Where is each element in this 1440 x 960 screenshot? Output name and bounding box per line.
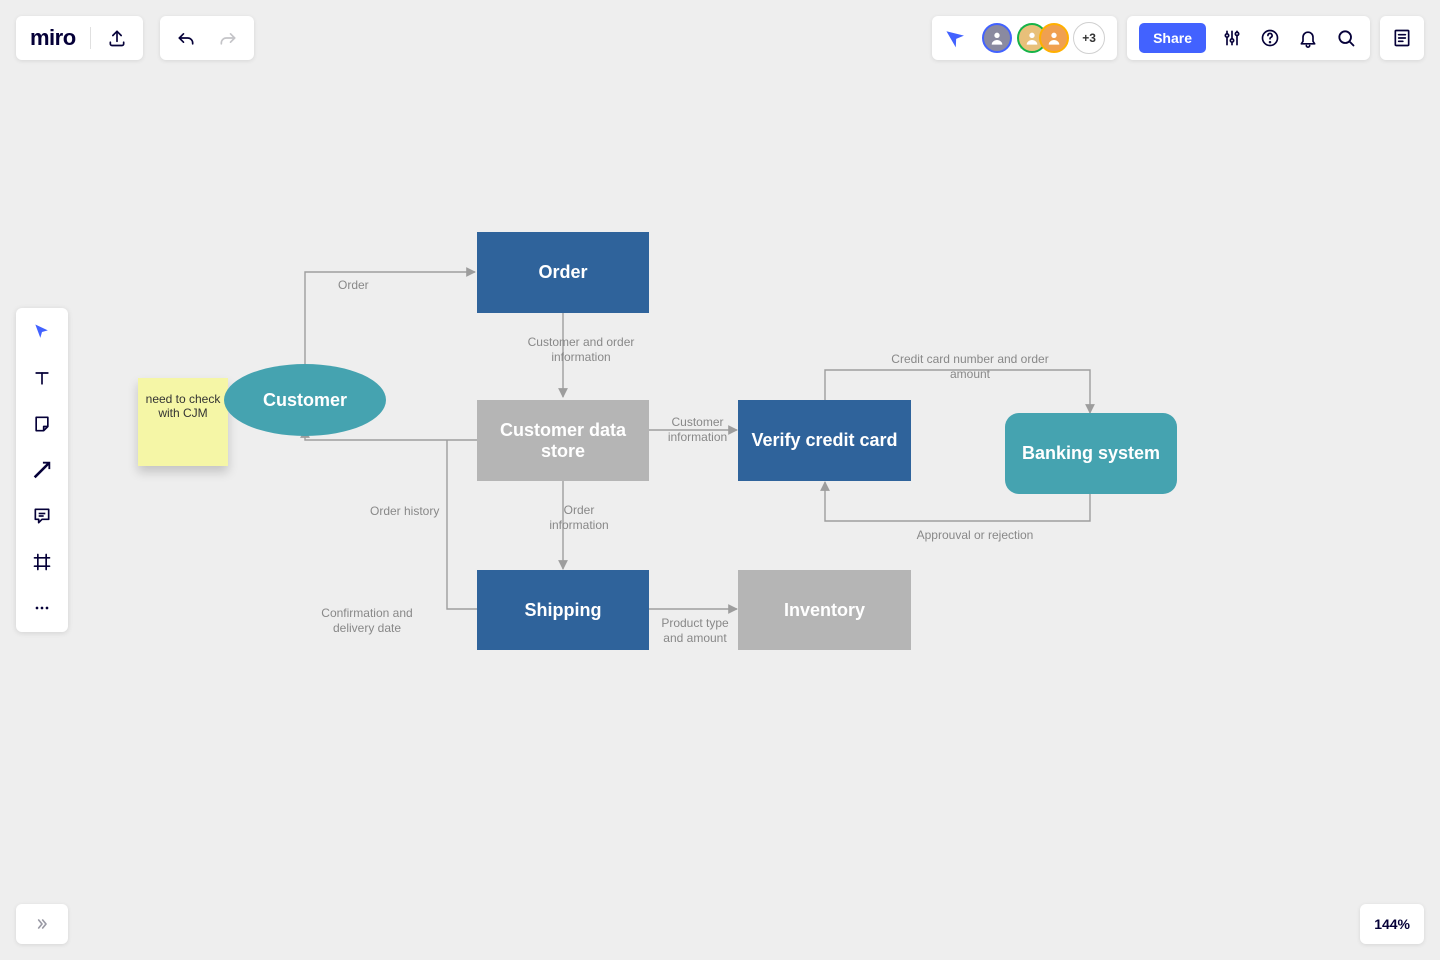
node-banking-system[interactable]: Banking system (1005, 413, 1177, 494)
node-verify-credit-card[interactable]: Verify credit card (738, 400, 911, 481)
edge-label-order-history: Order history (370, 504, 439, 519)
edge-label-confirmation: Confirmation and delivery date (312, 606, 422, 636)
node-label: Shipping (525, 600, 602, 621)
node-label: Verify credit card (751, 430, 897, 451)
sticky-note-text: need to check with CJM (146, 392, 221, 420)
edge-label-credit-card: Credit card number and order amount (870, 352, 1070, 382)
node-label: Customer (263, 390, 347, 411)
node-inventory[interactable]: Inventory (738, 570, 911, 650)
node-order[interactable]: Order (477, 232, 649, 313)
edge-label-approval: Approuval or rejection (910, 528, 1040, 543)
canvas[interactable]: need to check with CJM Customer Order Cu… (0, 0, 1440, 960)
edge-label-order: Order (338, 278, 369, 293)
node-label: Customer data store (477, 420, 649, 462)
edge-label-cust-info: Customer information (660, 415, 735, 445)
sticky-note[interactable]: need to check with CJM (138, 378, 228, 466)
node-label: Inventory (784, 600, 865, 621)
node-label: Banking system (1022, 443, 1160, 464)
edge-label-product-type: Product type and amount (655, 616, 735, 646)
node-label: Order (538, 262, 587, 283)
edge-label-order-info: Order information (534, 503, 624, 533)
node-customer[interactable]: Customer (224, 364, 386, 436)
node-shipping[interactable]: Shipping (477, 570, 649, 650)
edge-label-cust-order-info: Customer and order information (516, 335, 646, 365)
connectors (0, 0, 1440, 960)
node-customer-data-store[interactable]: Customer data store (477, 400, 649, 481)
